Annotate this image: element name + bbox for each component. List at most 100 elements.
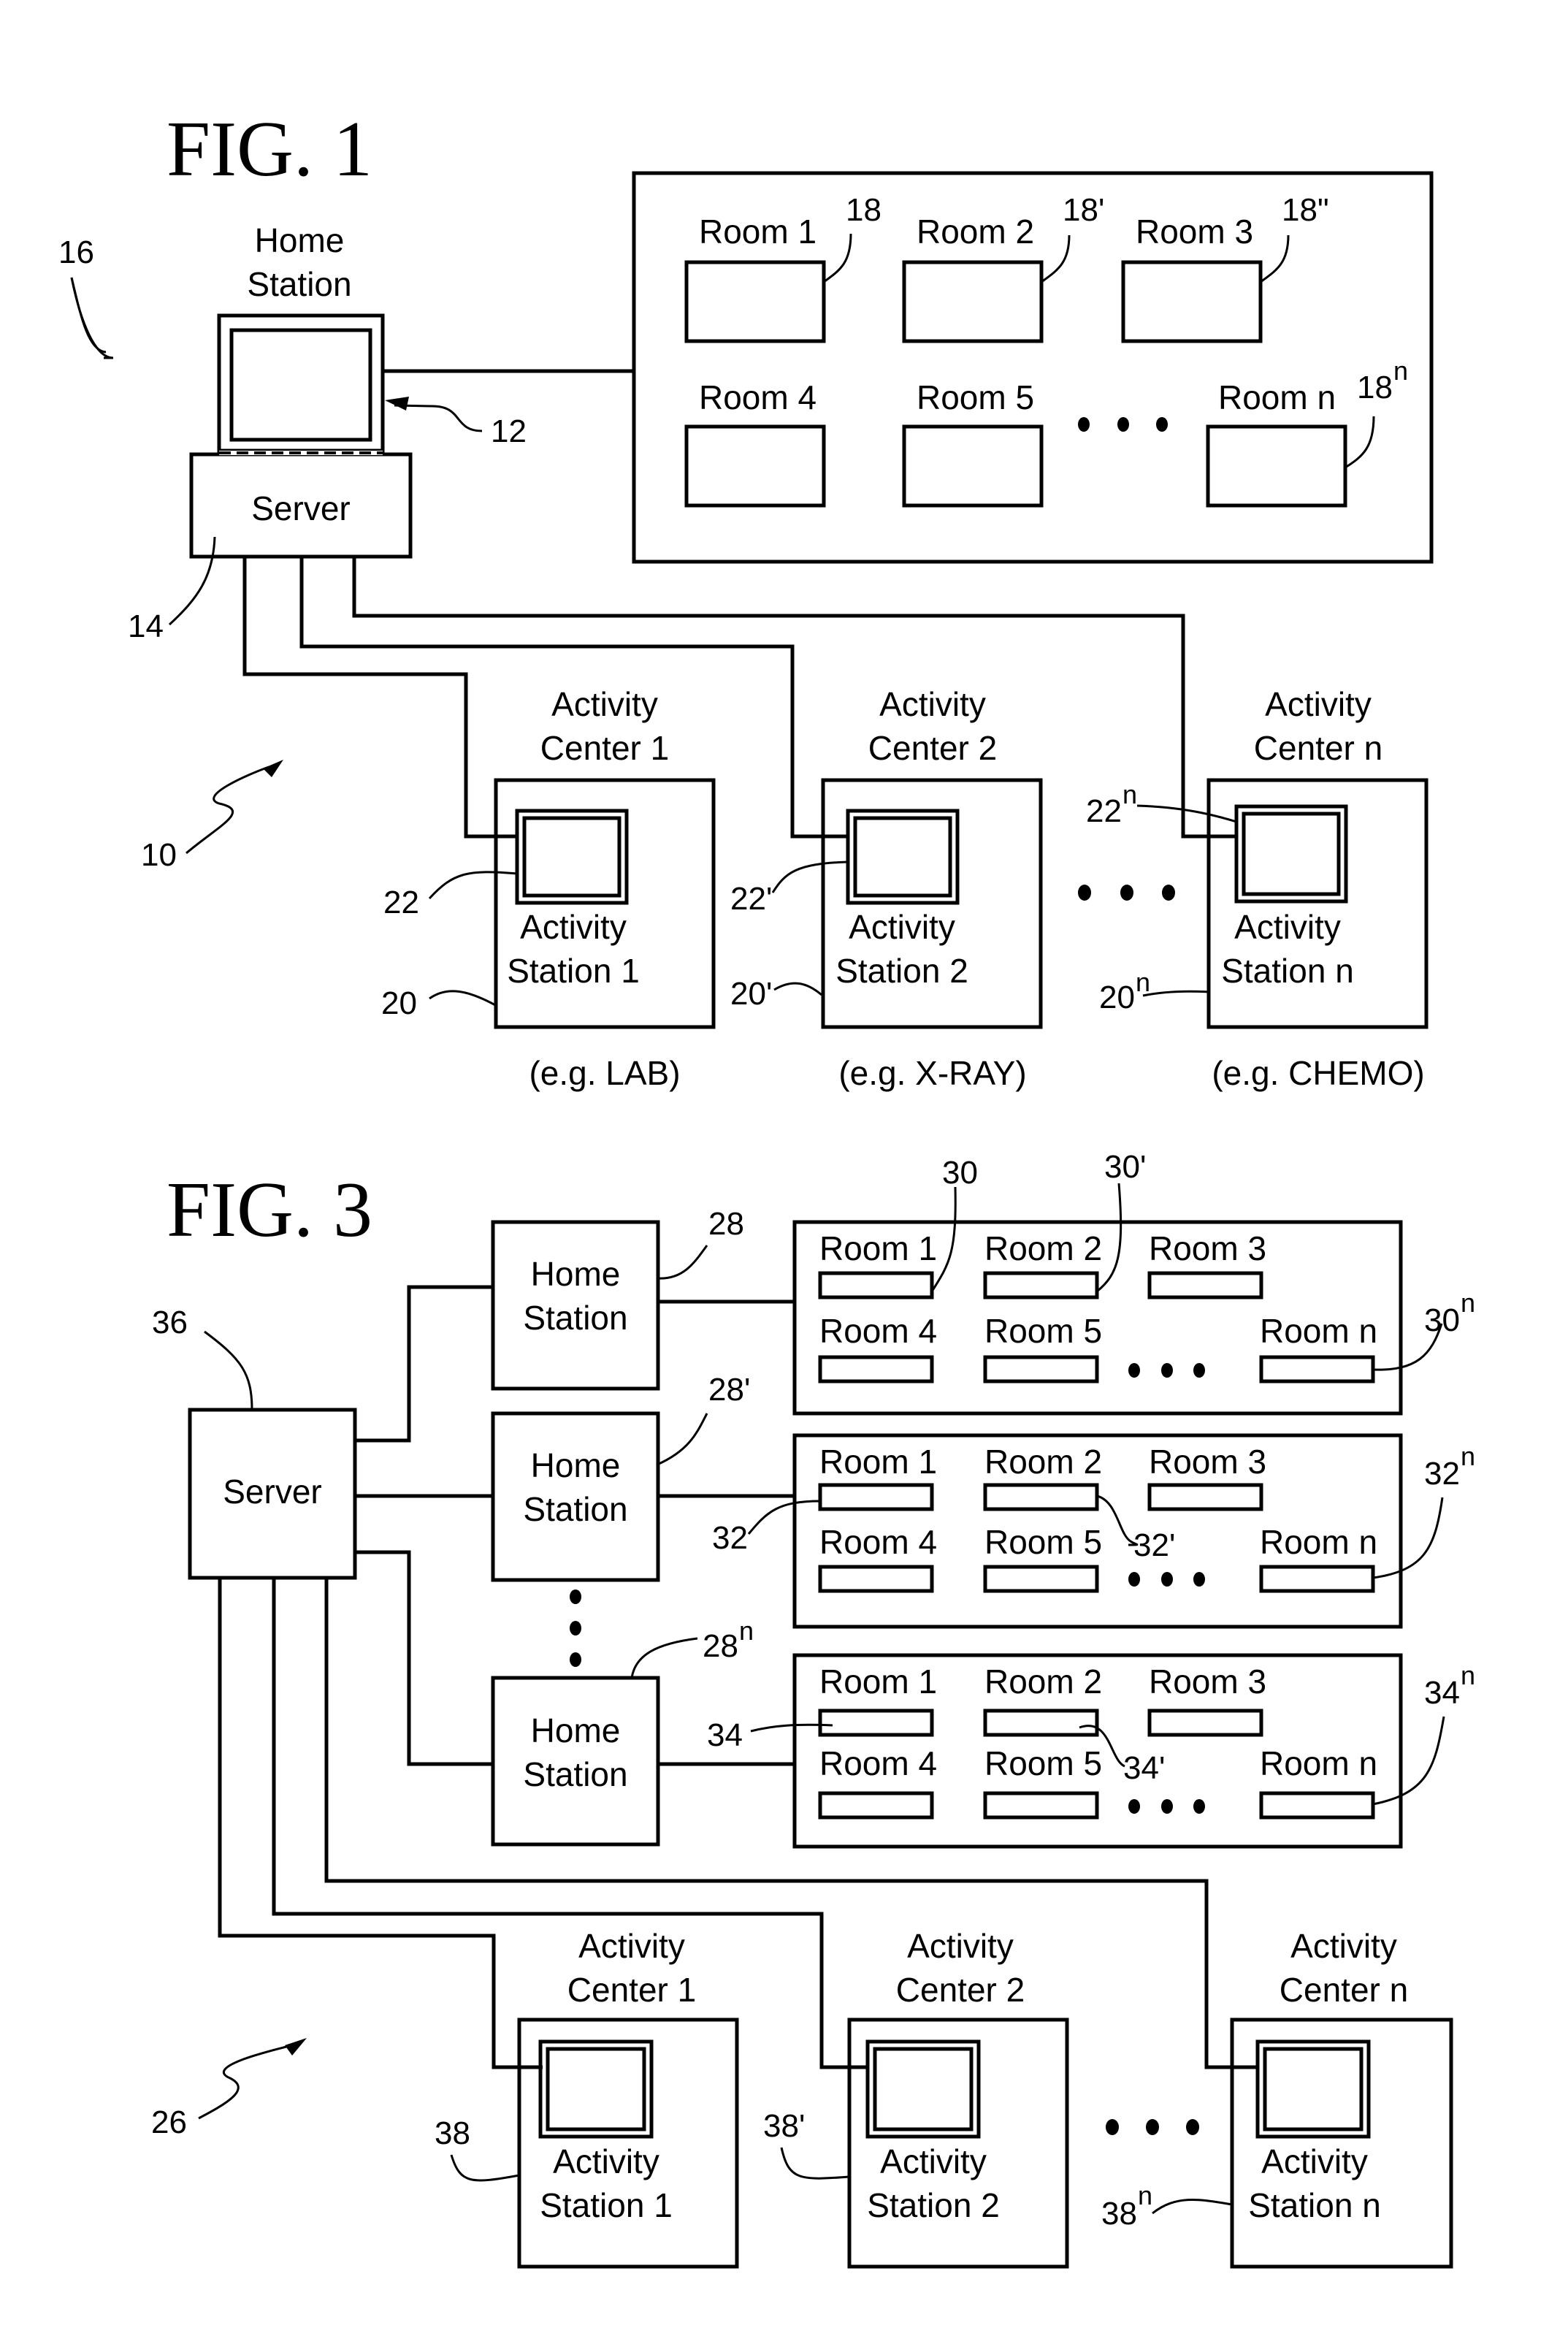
fig1-activity-center-1[interactable]: Activity Center 1 Activity Station 1 (e.… — [494, 685, 716, 1092]
home-station-label-1: Home — [531, 1446, 621, 1484]
fig3-ref-28n: 28 — [703, 1628, 738, 1664]
fig1-server-label: Server — [251, 489, 350, 527]
fig3-room-3[interactable] — [1147, 1271, 1263, 1299]
fig3-room-4[interactable] — [818, 1565, 934, 1593]
center-label-2: Center 1 — [540, 729, 669, 767]
fig3-room-1[interactable] — [818, 1709, 934, 1737]
fig3-activity-center-n[interactable]: Activity Center n Activity Station n — [1230, 1927, 1453, 2269]
ellipsis-dot — [1128, 1799, 1140, 1814]
ellipsis-dot — [1193, 1572, 1205, 1587]
fig1-room-5[interactable]: Room 5 — [902, 378, 1044, 508]
fig1-activity-center-2[interactable]: Activity Center 2 Activity Station 2 (e.… — [821, 685, 1043, 1092]
ellipsis-dot — [1128, 1363, 1140, 1378]
fig3-room-1[interactable] — [818, 1271, 934, 1299]
home-station-label-2: Station — [523, 1299, 627, 1337]
room-label: Room 5 — [917, 378, 1034, 416]
ellipsis-dot — [570, 1652, 581, 1667]
fig1-room-3[interactable]: Room 3 — [1121, 213, 1263, 343]
fig3-ref-28p: 28' — [708, 1372, 750, 1408]
fig1-home-station-label-2: Station — [247, 265, 351, 303]
activity-monitor-screen — [1263, 2047, 1364, 2131]
fig3-ref-32n: 32 — [1424, 1456, 1460, 1492]
fig3-room-group-3: Room 1 Room 2 Room 3 Room 4 Room 5 Room … — [792, 1653, 1403, 1849]
station-label-2: Station 2 — [867, 2186, 1000, 2224]
room-label: Room 1 — [819, 1229, 937, 1267]
activity-monitor-screen — [522, 816, 622, 898]
fig3-room-2[interactable] — [983, 1271, 1099, 1299]
fig3-activity-center-2[interactable]: Activity Center 2 Activity Station 2 — [847, 1927, 1069, 2269]
fig3-room-n[interactable] — [1259, 1355, 1375, 1383]
fig3-lead-32 — [747, 1500, 821, 1535]
fig3-room-4[interactable] — [818, 1791, 934, 1820]
fig3-wire-acn — [324, 1578, 1258, 2069]
room-label: Room 5 — [984, 1523, 1102, 1561]
fig3-ref-38n: 38 — [1101, 2196, 1137, 2232]
fig1-lead-18 — [823, 233, 852, 283]
fig3-lead-28 — [657, 1245, 708, 1280]
fig1-room-4[interactable]: Room 4 — [684, 378, 826, 508]
fig3-room-5[interactable] — [983, 1565, 1099, 1593]
fig3-home-station-1[interactable]: Home Station — [491, 1220, 660, 1391]
fig3-room-2[interactable] — [983, 1483, 1099, 1511]
station-label-1: Activity — [520, 908, 627, 946]
fig3-ref-38n-sup: n — [1138, 2180, 1152, 2210]
fig1-room-1[interactable]: Room 1 — [684, 213, 826, 343]
fig1-ref-22: 22 — [383, 885, 419, 920]
room-label: Room 3 — [1149, 1443, 1266, 1481]
center-label-1: Activity — [1265, 685, 1372, 723]
fig1-ref-18pp: 18" — [1282, 192, 1329, 228]
fig3-room-3[interactable] — [1147, 1709, 1263, 1737]
room-label: Room 2 — [984, 1443, 1102, 1481]
fig3-lead-28n — [630, 1637, 698, 1679]
ellipsis-dot — [1161, 1799, 1173, 1814]
center-label-1: Activity — [551, 685, 658, 723]
fig3-room-3[interactable] — [1147, 1483, 1263, 1511]
fig1-activity-center-n[interactable]: Activity Center n Activity Station n (e.… — [1206, 685, 1429, 1092]
fig1-lead-20p — [773, 982, 822, 996]
fig3-room-1[interactable] — [818, 1483, 934, 1511]
station-label-2: Station 2 — [835, 952, 968, 990]
fig3-room-n[interactable] — [1259, 1791, 1375, 1820]
fig3-ref-34: 34 — [707, 1717, 743, 1753]
center-label-2: Center 2 — [868, 729, 997, 767]
fig3-ref-36: 36 — [152, 1305, 188, 1340]
fig3-server-label: Server — [223, 1473, 321, 1511]
room-label: Room 4 — [699, 378, 816, 416]
activity-center-box — [1206, 778, 1429, 1029]
ellipsis-dot — [1161, 1363, 1173, 1378]
fig3-ref-28n-sup: n — [739, 1616, 754, 1646]
ellipsis-dot — [570, 1621, 581, 1635]
fig3-wire-hsn — [355, 1550, 493, 1766]
activity-monitor-screen — [873, 2047, 974, 2131]
fig1-lead-18pp — [1260, 234, 1290, 283]
center-label-1: Activity — [578, 1927, 685, 1965]
fig3-lead-38p — [780, 2147, 850, 2180]
fig1-ref-14: 14 — [128, 608, 164, 644]
room-label: Room n — [1260, 1744, 1377, 1782]
activity-monitor-frame — [538, 2039, 654, 2139]
fig3-room-2[interactable] — [983, 1709, 1099, 1737]
fig1-room-2[interactable]: Room 2 — [902, 213, 1044, 343]
room-label: Room 4 — [819, 1312, 937, 1350]
fig1-room-n[interactable]: Room n — [1206, 378, 1347, 508]
fig3-room-5[interactable] — [983, 1355, 1099, 1383]
fig3-ref-28: 28 — [708, 1206, 744, 1242]
fig1-home-monitor-screen — [229, 328, 372, 442]
fig3-room-4[interactable] — [818, 1355, 934, 1383]
room-label: Room 5 — [984, 1312, 1102, 1350]
fig3-home-station-2[interactable]: Home Station — [491, 1411, 660, 1582]
fig3-ref-26: 26 — [151, 2104, 187, 2140]
fig3-room-group-2: Room 1 Room 2 Room 3 Room 4 Room 5 Room … — [792, 1433, 1403, 1629]
fig3-room-5[interactable] — [983, 1791, 1099, 1820]
fig3-activity-center-1[interactable]: Activity Center 1 Activity Station 1 — [517, 1927, 739, 2269]
fig1-ref-12: 12 — [491, 413, 527, 449]
fig3-wire-hs1 — [355, 1285, 493, 1443]
ellipsis-dot — [1193, 1799, 1205, 1814]
ellipsis-dot — [1120, 885, 1133, 901]
fig3-home-station-n[interactable]: Home Station — [491, 1676, 660, 1847]
fig3-room-n[interactable] — [1259, 1565, 1375, 1593]
fig1-arrowhead-10 — [263, 760, 283, 777]
station-label-1: Activity — [553, 2142, 659, 2180]
fig1-wire-ac1 — [242, 557, 519, 839]
room-label: Room 1 — [699, 213, 816, 251]
